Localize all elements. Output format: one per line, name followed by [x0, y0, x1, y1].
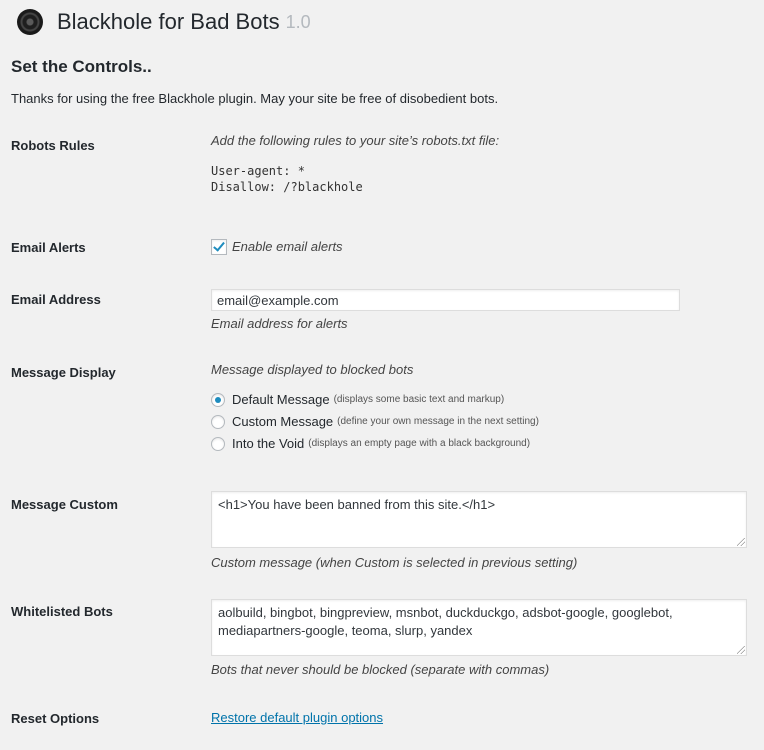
plugin-version: 1.0	[285, 11, 311, 32]
whitelisted-line-1: aolbuild, bingbot, bingpreview, msnbot, …	[218, 605, 673, 620]
resize-handle-icon[interactable]	[737, 538, 745, 546]
enable-email-alerts-checkbox[interactable]	[211, 239, 227, 255]
resize-handle-icon[interactable]	[737, 646, 745, 654]
radio-custom-button[interactable]	[211, 414, 225, 429]
enable-email-alerts-label[interactable]: Enable email alerts	[232, 239, 343, 254]
message-custom-value: <h1>You have been banned from this site.…	[218, 497, 496, 512]
email-address-desc: Email address for alerts	[211, 316, 348, 331]
whitelisted-bots-label: Whitelisted Bots	[11, 604, 113, 619]
message-display-label: Message Display	[11, 365, 116, 380]
robots-rules-label: Robots Rules	[11, 138, 95, 153]
whitelisted-line-2: mediapartners-google, teoma, slurp, yand…	[218, 623, 473, 638]
radio-default-note: (displays some basic text and markup)	[333, 394, 505, 405]
restore-defaults-link[interactable]: Restore default plugin options	[211, 710, 383, 725]
radio-default-button[interactable]	[211, 392, 225, 407]
section-title: Set the Controls..	[11, 57, 152, 76]
radio-default-label[interactable]: Default Message	[232, 392, 330, 407]
intro-text: Thanks for using the free Blackhole plug…	[11, 91, 499, 106]
whitelisted-bots-desc: Bots that never should be blocked (separ…	[211, 662, 550, 677]
plugin-title: Blackhole for Bad Bots	[57, 9, 280, 34]
email-alerts-label: Email Alerts	[11, 240, 86, 255]
robots-rules-desc: Add the following rules to your site’s r…	[211, 133, 500, 148]
email-address-label: Email Address	[11, 292, 101, 307]
radio-custom-label[interactable]: Custom Message	[232, 414, 333, 429]
plugin-header: Blackhole for Bad Bots 1.0	[17, 6, 311, 38]
whitelisted-bots-textarea[interactable]: aolbuild, bingbot, bingpreview, msnbot, …	[211, 599, 747, 656]
radio-custom-message[interactable]: Custom Message (define your own message …	[211, 414, 539, 429]
message-display-desc: Message displayed to blocked bots	[211, 362, 414, 377]
reset-options-label: Reset Options	[11, 711, 100, 726]
radio-into-the-void[interactable]: Into the Void (displays an empty page wi…	[211, 436, 530, 451]
robots-rules-line-2: Disallow: /?blackhole	[211, 180, 363, 194]
radio-void-button[interactable]	[211, 436, 225, 451]
email-address-input[interactable]: email@example.com	[211, 289, 680, 311]
robots-rules-line-1: User-agent: *	[211, 164, 305, 178]
radio-custom-note: (define your own message in the next set…	[337, 416, 539, 427]
message-custom-textarea[interactable]: <h1>You have been banned from this site.…	[211, 491, 747, 548]
radio-void-label[interactable]: Into the Void	[232, 436, 304, 451]
message-custom-desc: Custom message (when Custom is selected …	[211, 555, 578, 570]
blackhole-logo-icon	[17, 9, 43, 35]
radio-void-note: (displays an empty page with a black bac…	[308, 438, 531, 449]
radio-default-message[interactable]: Default Message (displays some basic tex…	[211, 392, 504, 407]
message-custom-label: Message Custom	[11, 497, 118, 512]
